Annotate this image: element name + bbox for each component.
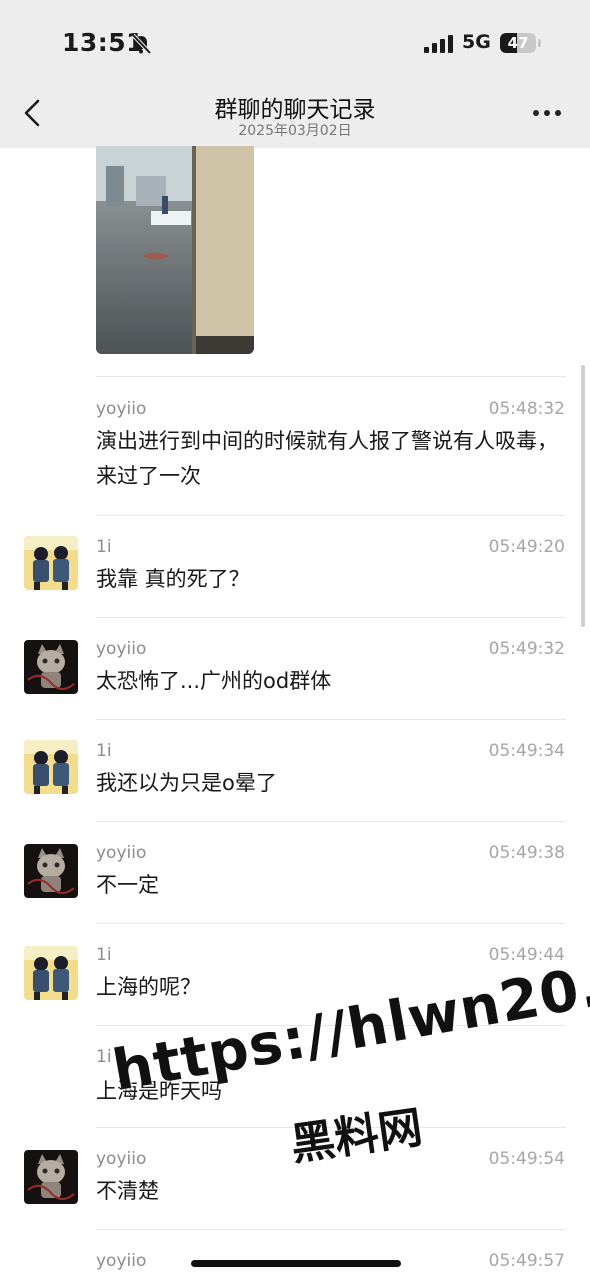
cat-avatar[interactable]: [24, 1150, 78, 1204]
message-divider: [96, 1229, 566, 1230]
message-text: 不一定: [96, 873, 159, 897]
message-time: 05:49:57: [488, 1251, 565, 1271]
message-divider: [96, 617, 566, 618]
signal-icon: [424, 35, 453, 53]
bell-muted-icon: [131, 33, 152, 55]
two-people-avatar[interactable]: [24, 740, 78, 794]
battery-nub: [538, 39, 541, 47]
sender-name: 1i: [96, 741, 112, 761]
message-divider: [96, 515, 566, 516]
two-people-avatar[interactable]: [24, 536, 78, 590]
message-text: 演出进行到中间的时候就有人报了警说有人吸毒，来过了一次: [96, 429, 558, 488]
message-text: 太恐怖了...广州的od群体: [96, 669, 332, 693]
message-time: 05:49:38: [488, 843, 565, 863]
home-indicator[interactable]: [191, 1260, 401, 1267]
message-text: 不清楚: [96, 1179, 159, 1203]
battery-level: 47: [507, 34, 529, 52]
message-text: 我靠 真的死了？: [96, 567, 250, 591]
chat-photo[interactable]: [96, 146, 254, 354]
message-divider: [96, 376, 566, 377]
sender-name: yoyiio: [96, 399, 147, 419]
page-subtitle: 2025年03月02日: [238, 123, 352, 139]
page-title: 群聊的聊天记录: [214, 97, 376, 123]
message-text: 我还以为只是o晕了: [96, 771, 277, 795]
message-time: 05:48:32: [488, 399, 565, 419]
cat-avatar[interactable]: [24, 844, 78, 898]
scrollbar[interactable]: [581, 365, 585, 627]
battery-icon: 47: [500, 33, 536, 53]
sender-name: 1i: [96, 945, 112, 965]
message-divider: [96, 719, 566, 720]
message-time: 05:49:34: [488, 741, 565, 761]
network-type: 5G: [462, 31, 491, 53]
top-bar: 13:51 5G 47 群聊的聊天记录 2025年03月02日: [0, 0, 590, 148]
sender-name: yoyiio: [96, 1149, 147, 1169]
cat-avatar[interactable]: [24, 640, 78, 694]
message-time: 05:49:32: [488, 639, 565, 659]
sender-name: 1i: [96, 537, 112, 557]
message-time: 05:49:54: [488, 1149, 565, 1169]
sender-name: yoyiio: [96, 843, 147, 863]
more-options-icon[interactable]: [533, 110, 563, 118]
two-people-avatar[interactable]: [24, 946, 78, 1000]
sender-name: yoyiio: [96, 1251, 147, 1271]
message-time: 05:49:20: [488, 537, 565, 557]
message-divider: [96, 821, 566, 822]
message-divider: [96, 923, 566, 924]
sender-name: yoyiio: [96, 639, 147, 659]
